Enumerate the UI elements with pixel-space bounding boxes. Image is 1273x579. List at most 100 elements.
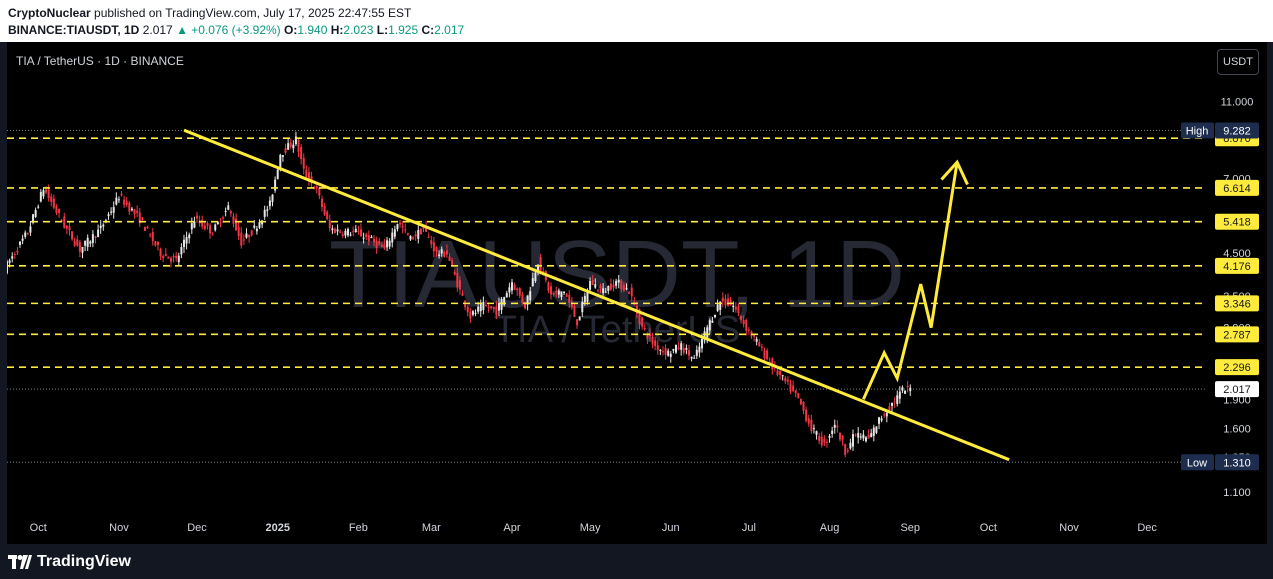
candle-body <box>591 279 594 286</box>
candle-body <box>196 215 199 219</box>
candle-body <box>185 237 188 244</box>
candle-body <box>747 329 750 331</box>
candle-body <box>513 284 516 290</box>
candle-body <box>281 155 284 157</box>
candle-body <box>820 436 823 446</box>
last-price: 2.017 <box>142 23 173 37</box>
chart-title: TIA / TetherUS · 1D · BINANCE <box>16 54 184 68</box>
candle-body <box>883 414 886 416</box>
candle-body <box>469 312 472 319</box>
candle-body <box>508 287 511 293</box>
candle-body <box>612 284 615 288</box>
candle-body <box>370 236 373 239</box>
candle-body <box>708 320 711 331</box>
candle-body <box>461 292 464 296</box>
candle-body <box>823 439 826 443</box>
candle-body <box>300 146 303 160</box>
candle-body <box>65 225 68 229</box>
candle-body <box>180 247 183 255</box>
last-price-label: 2.017 <box>1223 384 1251 396</box>
candle-body <box>758 342 761 347</box>
candle-body <box>276 169 279 180</box>
candle-body <box>495 306 498 316</box>
candle-body <box>34 210 37 217</box>
candle-body <box>576 319 579 326</box>
candle-body <box>630 287 633 297</box>
candle-body <box>838 432 841 440</box>
candle-body <box>875 426 878 433</box>
candle-body <box>117 199 120 201</box>
candle-body <box>872 427 875 436</box>
candle-body <box>745 319 748 331</box>
candle-body <box>698 346 701 353</box>
candle-body <box>71 231 74 240</box>
price-chart[interactable]: TIAUSDT, 1DTIA / TetherUS11.0007.0004.50… <box>7 42 1267 544</box>
candle-body <box>320 198 323 207</box>
candle-body <box>661 351 664 353</box>
candle-body <box>518 288 521 296</box>
candle-body <box>388 240 391 247</box>
candle-body <box>383 244 386 249</box>
candle-body <box>7 261 8 274</box>
candle-body <box>440 249 443 254</box>
candle-body <box>315 186 318 189</box>
candle-body <box>516 288 519 290</box>
candle-body <box>799 398 802 405</box>
candle-body <box>362 237 365 239</box>
candle-body <box>565 293 568 297</box>
candle-body <box>287 143 290 150</box>
candle-body <box>766 350 769 360</box>
x-tick-13: Nov <box>1059 522 1079 534</box>
candle-body <box>39 192 42 202</box>
x-tick-7: May <box>580 522 601 534</box>
candle-body <box>73 241 76 246</box>
candle-body <box>29 226 32 233</box>
candle-body <box>487 306 490 309</box>
candle-body <box>401 226 404 228</box>
candle-body <box>727 298 730 306</box>
candle-body <box>851 434 854 447</box>
chart-frame[interactable]: TIAUSDT, 1D TIA / TetherUS 11.000 7.000 4.50… <box>7 42 1267 544</box>
candle-body <box>836 425 839 428</box>
candle-body <box>573 306 576 317</box>
candle-body <box>477 306 480 312</box>
candle-body <box>583 295 586 303</box>
candle-body <box>120 193 123 196</box>
candle-body <box>373 238 376 243</box>
candle-body <box>854 434 857 436</box>
candle-body <box>815 431 818 435</box>
candle-body <box>687 350 690 356</box>
candle-body <box>716 304 719 311</box>
candle-body <box>734 306 737 310</box>
candle-body <box>339 231 342 233</box>
candle-body <box>214 224 217 231</box>
candle-body <box>211 234 214 236</box>
candle-body <box>862 434 865 439</box>
level-label-4: 3.346 <box>1223 298 1251 310</box>
candle-body <box>844 444 847 455</box>
low-value-label: 1.310 <box>1223 457 1251 469</box>
candle-body <box>47 189 50 198</box>
candle-body <box>448 256 451 261</box>
author-name[interactable]: CryptoNuclear <box>8 6 91 20</box>
candle-body <box>112 207 115 213</box>
tradingview-logo[interactable]: TradingView <box>8 553 131 571</box>
candle-body <box>432 242 435 252</box>
low-value: 1.925 <box>388 23 419 37</box>
candle-body <box>646 334 649 339</box>
candle-body <box>128 202 131 212</box>
candle-body <box>13 253 16 255</box>
candle-body <box>399 222 402 225</box>
candle-body <box>209 225 212 234</box>
candle-body <box>177 255 180 263</box>
candle-body <box>258 222 261 228</box>
candle-body <box>58 209 61 213</box>
candle-body <box>490 306 493 308</box>
currency-button[interactable]: USDT <box>1217 49 1259 75</box>
watermark-name: TIA / TetherUS <box>494 309 740 351</box>
candle-body <box>141 217 144 221</box>
candle-body <box>11 256 14 259</box>
publish-header: CryptoNuclear published on TradingView.c… <box>0 0 1273 42</box>
candle-body <box>594 284 597 288</box>
candle-body <box>682 348 685 353</box>
